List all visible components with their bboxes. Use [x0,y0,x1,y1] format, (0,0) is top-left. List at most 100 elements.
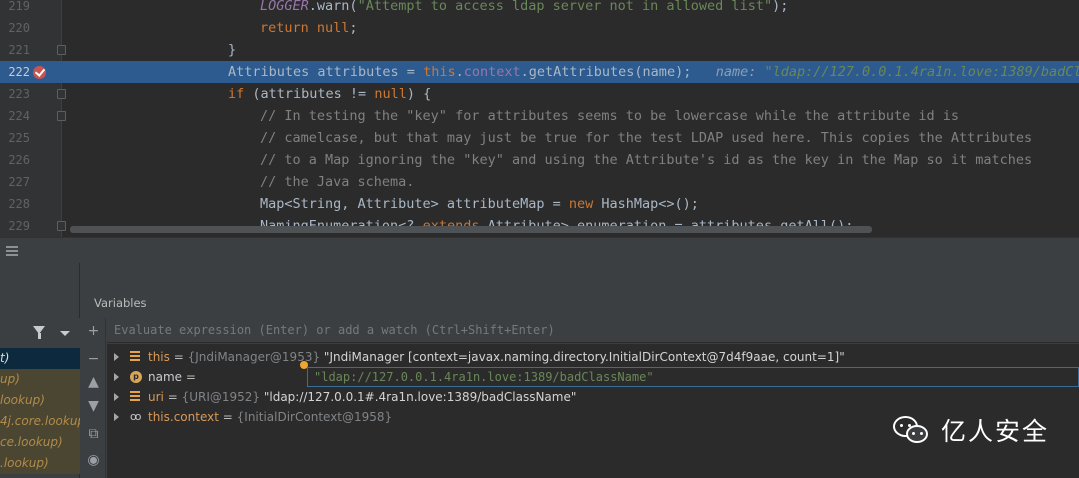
copy-icon[interactable]: ⧉ [87,427,100,441]
equals-sign: = [163,390,182,404]
expand-arrow-icon[interactable] [114,373,119,381]
line-number: 226 [8,153,30,167]
line-number: 220 [8,21,30,35]
variables-title: Variables [94,296,147,310]
frames-panel: t) up) lookup) 4j.core.lookup ce.lookup) .loo… [0,263,80,478]
variable-type: {URI@1952} [181,390,261,404]
equals-sign: = [218,410,237,424]
evaluate-expression-field[interactable]: Evaluate expression (Enter) or add a wat… [107,319,1079,343]
code-line[interactable]: 225 // camelcase, but that may just be tr… [0,127,1079,149]
code-line[interactable]: 227 // the Java schema. [0,171,1079,193]
move-up-icon[interactable]: ▲ [87,375,100,389]
code-token: name: [715,64,765,80]
fold-marker-icon[interactable] [57,45,66,55]
fold-marker-icon[interactable] [57,111,66,121]
variable-type: {InitialDirContext@1958} [236,410,393,424]
code-token: // camelcase, but that may just be true … [260,130,1033,146]
code-token: // to a Map ignoring the "key" and using… [260,152,1033,168]
line-number: 221 [8,43,30,57]
code-line[interactable]: 224 // In testing the "key" for attribute… [0,105,1079,127]
stack-frame[interactable]: t) [0,348,80,369]
line-number: 224 [8,109,30,123]
code-text: return null; [260,17,358,39]
add-watch-icon[interactable]: + [87,324,100,338]
stack-frame[interactable]: up) [0,369,80,390]
variable-row[interactable]: p name = "ldap://127.0.0.1.4ra1n.love:13… [107,361,1079,387]
code-token: (attributes != [244,86,375,102]
code-text: Map<String, Attribute> attributeMap = ne… [260,193,699,215]
expand-arrow-icon[interactable] [114,413,119,421]
line-number: 225 [8,131,30,145]
code-text: // the Java schema. [260,171,414,193]
chevron-down-icon[interactable] [60,331,70,336]
code-line[interactable]: 226 // to a Map ignoring the "key" and us… [0,149,1079,171]
code-text: // In testing the "key" for attributes s… [260,105,959,127]
filter-icon[interactable] [33,326,45,339]
variable-name: name [148,370,183,384]
stack-frame[interactable]: lookup) [0,390,80,411]
code-text: // camelcase, but that may just be true … [260,127,1032,149]
code-token: HashMap<>(); [593,196,699,212]
stack-frame[interactable]: 4j.core.lookup [0,411,80,432]
variable-row[interactable]: uri = {URI@1952} "ldap://127.0.0.1#.4ra1… [107,387,1079,407]
code-token: Attributes attributes = [228,64,424,80]
code-token: this [423,64,456,80]
code-text: LOGGER.warn("Attempt to access ldap serv… [260,0,788,17]
fold-marker-icon[interactable] [57,89,66,99]
watermark-text: 亿人安全 [941,417,1050,446]
line-number: 223 [8,87,30,101]
line-number: 222 [8,65,30,79]
frames-list: t) up) lookup) 4j.core.lookup ce.lookup) .loo… [0,348,80,474]
stack-frame[interactable]: ce.lookup) [0,432,80,453]
horizontal-scrollbar[interactable] [70,226,872,233]
variables-tree: this = {JndiManager@1953} "JndiManager [… [107,344,1079,478]
expand-arrow-icon[interactable] [114,393,119,401]
code-token: .getAttributes(name); [520,64,716,80]
variable-name: uri [148,390,164,404]
expand-arrow-icon[interactable] [114,353,119,361]
line-number: 228 [8,197,30,211]
code-line[interactable]: 219 LOGGER.warn("Attempt to access ldap s… [0,0,1079,17]
code-token: ) { [406,86,432,102]
evaluate-placeholder: Evaluate expression (Enter) or add a wat… [114,323,555,337]
move-down-icon[interactable]: ▼ [87,399,100,413]
fold-marker-icon[interactable] [57,221,66,231]
code-token: LOGGER [260,0,309,14]
parameter-icon: p [130,371,142,383]
code-line[interactable]: 228 Map<String, Attribute> attributeMap =… [0,193,1079,215]
code-line[interactable]: 223 if (attributes != null) { [0,83,1079,105]
code-text: } [228,39,236,61]
set-value-input[interactable]: "ldap://127.0.0.1.4ra1n.love:1389/badCla… [307,367,1079,387]
code-token: return null [260,20,350,36]
code-token: null [374,86,407,102]
code-line[interactable]: 220 return null; [0,17,1079,39]
code-line[interactable]: 221} [0,39,1079,61]
remove-icon[interactable]: − [87,352,100,366]
wechat-watermark: 亿人安全 [893,413,1049,447]
watch-glasses-icon: oo [130,410,141,423]
menu-icon[interactable] [6,246,18,258]
line-number: 227 [8,175,30,189]
variable-name: this [148,350,170,364]
code-token: "Attempt to access ldap server not in al… [357,0,773,14]
equals-sign: = [169,350,188,364]
code-token: } [228,42,237,58]
breakpoint-icon[interactable] [33,66,46,79]
code-editor[interactable]: 219 LOGGER.warn("Attempt to access ldap s… [0,0,1079,237]
stack-frame[interactable]: .lookup) [0,453,80,474]
code-token: // the Java schema. [260,174,415,190]
variables-side-toolbar: + − ▲ ▼ ⧉ ◉ [81,318,106,478]
equals-sign: = [182,370,196,384]
current-execution-line[interactable]: 222 Attributes attributes = this.context.… [0,61,1079,83]
code-text: // to a Map ignoring the "key" and using… [260,149,1032,171]
variable-value: "JndiManager [context=javax.naming.direc… [320,350,845,364]
code-token: context [463,64,521,80]
variable-row[interactable]: this = {JndiManager@1953} "JndiManager [… [107,347,1079,367]
code-token: new [568,196,594,212]
view-icon[interactable]: ◉ [87,453,100,467]
code-token: . [455,64,464,80]
variable-name: this.context [148,410,219,424]
code-token: // In testing the "key" for attributes s… [260,108,959,124]
field-bars-icon [130,351,142,363]
code-token: warn( [316,0,358,14]
